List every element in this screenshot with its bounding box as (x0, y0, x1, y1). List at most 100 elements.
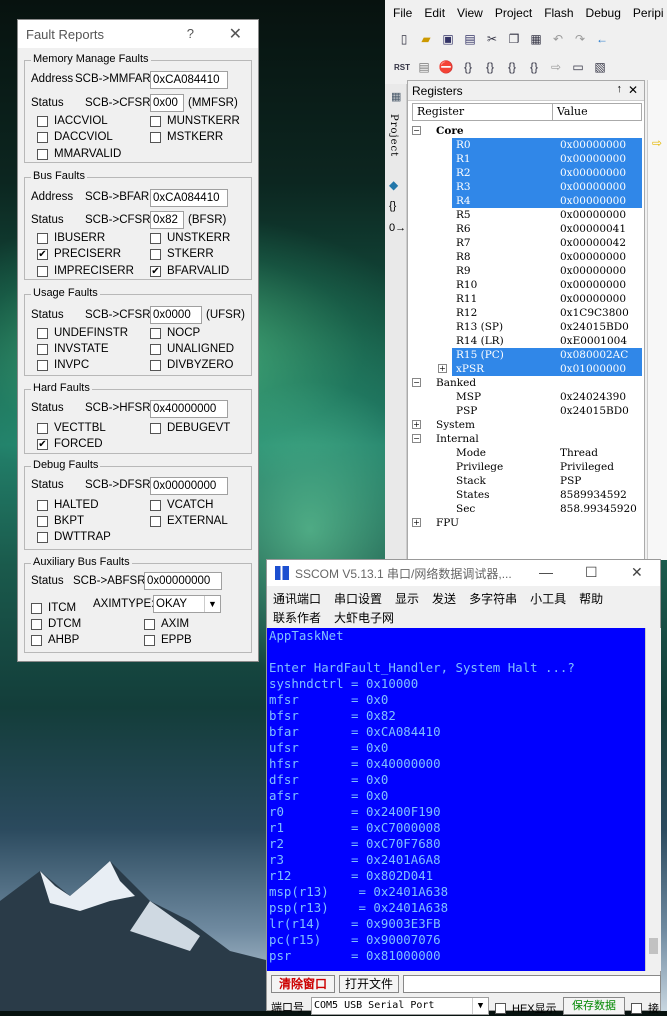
register-row[interactable]: R11 0x00000000 (412, 292, 642, 306)
checkbox-munstkerr[interactable]: MUNSTKERR (150, 115, 240, 127)
pin-icon[interactable]: ↑ (617, 83, 623, 95)
close-icon[interactable]: ✕ (631, 564, 643, 581)
close-icon[interactable]: ✕ (628, 83, 638, 97)
open-folder-icon[interactable]: ▰ (417, 30, 435, 48)
checkbox-invstate[interactable]: INVSTATE (37, 343, 109, 355)
register-value[interactable]: Privileged (560, 460, 614, 474)
register-value[interactable]: PSP (560, 474, 581, 488)
checkbox-stkerr[interactable]: STKERR (150, 248, 214, 260)
collapse-icon[interactable]: − (412, 378, 421, 387)
checkbox-unstkerr[interactable]: UNSTKERR (150, 232, 230, 244)
register-value[interactable]: 0x00000000 (560, 180, 626, 194)
checkbox-preciserr[interactable]: ✔ PRECISERR (37, 248, 121, 260)
register-column-header[interactable]: Register (413, 104, 553, 120)
register-value[interactable]: 0x00000042 (560, 236, 626, 250)
menu-contact-author[interactable]: 联系作者 (273, 609, 321, 626)
expand-icon[interactable]: + (412, 518, 421, 527)
registers-tab-icon[interactable]: ▦ (391, 90, 401, 103)
paste-icon[interactable]: ▦ (527, 30, 545, 48)
menu-edit[interactable]: Edit (424, 6, 445, 20)
mmfar-field[interactable]: 0xCA084410 (150, 71, 228, 89)
register-row[interactable]: Privilege Privileged (412, 460, 642, 474)
register-value[interactable]: 0x00000041 (560, 222, 626, 236)
reset-icon[interactable]: RST (393, 58, 411, 76)
checkbox-box[interactable] (150, 422, 161, 434)
bfsr-field[interactable]: 0x82 (150, 211, 184, 229)
register-row[interactable]: PSP 0x24015BD0 (412, 404, 642, 418)
maximize-icon[interactable]: ☐ (585, 564, 598, 581)
menu-serial-settings[interactable]: 串口设置 (334, 590, 382, 607)
checkbox-impreciserr[interactable]: IMPRECISERR (37, 265, 134, 277)
checkbox-box[interactable] (144, 618, 155, 630)
register-value[interactable]: 0xE0001004 (560, 334, 627, 348)
register-row[interactable]: R3 0x00000000 (452, 180, 642, 194)
menu-debug[interactable]: Debug (586, 6, 621, 20)
scrollbar-thumb[interactable] (649, 938, 658, 954)
register-row[interactable]: R7 0x00000042 (412, 236, 642, 250)
register-value[interactable]: 0x00000000 (560, 166, 626, 180)
tree-group-system[interactable]: + System (412, 418, 642, 432)
functions-icon[interactable]: {} (389, 200, 396, 212)
menu-project[interactable]: Project (495, 6, 532, 20)
checkbox-box[interactable] (37, 115, 48, 127)
register-row[interactable]: Mode Thread (412, 446, 642, 460)
mmfsr-field[interactable]: 0x00 (150, 94, 184, 112)
checkbox-ibuserr[interactable]: IBUSERR (37, 232, 105, 244)
hfsr-field[interactable]: 0x40000000 (150, 400, 228, 418)
minimize-icon[interactable]: — (539, 564, 553, 580)
checkbox-box[interactable] (150, 359, 161, 371)
chevron-down-icon[interactable]: ▼ (204, 596, 220, 612)
checkbox-box[interactable] (150, 232, 161, 244)
close-icon[interactable]: ✕ (229, 24, 242, 44)
ufsr-field[interactable]: 0x0000 (150, 306, 202, 324)
checkbox-box[interactable] (150, 343, 161, 355)
menu-send[interactable]: 发送 (432, 590, 456, 607)
checkbox-box[interactable] (37, 131, 48, 143)
redo-icon[interactable]: ↷ (571, 30, 589, 48)
menu-daxia-site[interactable]: 大虾电子网 (334, 609, 394, 626)
register-row[interactable]: R0 0x00000000 (452, 138, 642, 152)
register-value[interactable]: 0x00000000 (560, 264, 626, 278)
register-value[interactable]: 0x080002AC (560, 348, 628, 362)
expand-icon[interactable]: + (412, 420, 421, 429)
copy-icon[interactable]: ❐ (505, 30, 523, 48)
register-row[interactable]: Sec 858.99345920 (412, 502, 642, 516)
checkbox-box[interactable] (495, 1002, 506, 1014)
checkbox-box[interactable] (37, 232, 48, 244)
clear-window-button[interactable]: 清除窗口 (271, 975, 335, 993)
checkbox-unaligned[interactable]: UNALIGNED (150, 343, 234, 355)
tree-group-fpu[interactable]: + FPU (412, 516, 642, 530)
aximtype-select[interactable]: OKAY ▼ (153, 595, 221, 613)
checkbox-box[interactable] (37, 359, 48, 371)
back-icon[interactable]: ← (593, 30, 611, 48)
register-row[interactable]: R15 (PC) 0x080002AC (452, 348, 642, 362)
register-row[interactable]: + xPSR 0x01000000 (438, 362, 642, 376)
checkbox-box[interactable] (37, 422, 48, 434)
step-over-icon[interactable]: {} (481, 58, 499, 76)
cut-icon[interactable]: ✂ (483, 30, 501, 48)
checkbox-box[interactable] (37, 327, 48, 339)
menu-comm-port[interactable]: 通讯端口 (273, 590, 321, 607)
menu-view[interactable]: View (457, 6, 483, 20)
register-value[interactable]: 0x24024390 (560, 390, 626, 404)
register-value[interactable]: 0x01000000 (560, 362, 626, 376)
register-value[interactable]: 0x00000000 (560, 278, 626, 292)
checkbox-box[interactable] (37, 515, 48, 527)
run-icon[interactable]: ▤ (415, 58, 433, 76)
port-select[interactable]: COM5 USB Serial Port ▼ (311, 997, 489, 1015)
checkbox-external[interactable]: EXTERNAL (150, 515, 228, 527)
register-value[interactable]: 0x00000000 (560, 138, 626, 152)
books-icon[interactable]: ◆ (389, 178, 398, 192)
menu-multi-string[interactable]: 多字符串 (469, 590, 517, 607)
register-row[interactable]: R12 0x1C9C3800 (412, 306, 642, 320)
checkbox-axim[interactable]: AXIM (144, 618, 189, 630)
save-all-icon[interactable]: ▤ (461, 30, 479, 48)
undo-icon[interactable]: ↶ (549, 30, 567, 48)
register-value[interactable]: 0x00000000 (560, 152, 626, 166)
show-next-icon[interactable]: ⇨ (547, 58, 565, 76)
checkbox-vcatch[interactable]: VCATCH (150, 499, 213, 511)
register-value[interactable]: 0x00000000 (560, 292, 626, 306)
step-out-icon[interactable]: {} (503, 58, 521, 76)
help-button[interactable]: ? (187, 26, 194, 41)
register-value[interactable]: 0x1C9C3800 (560, 306, 629, 320)
